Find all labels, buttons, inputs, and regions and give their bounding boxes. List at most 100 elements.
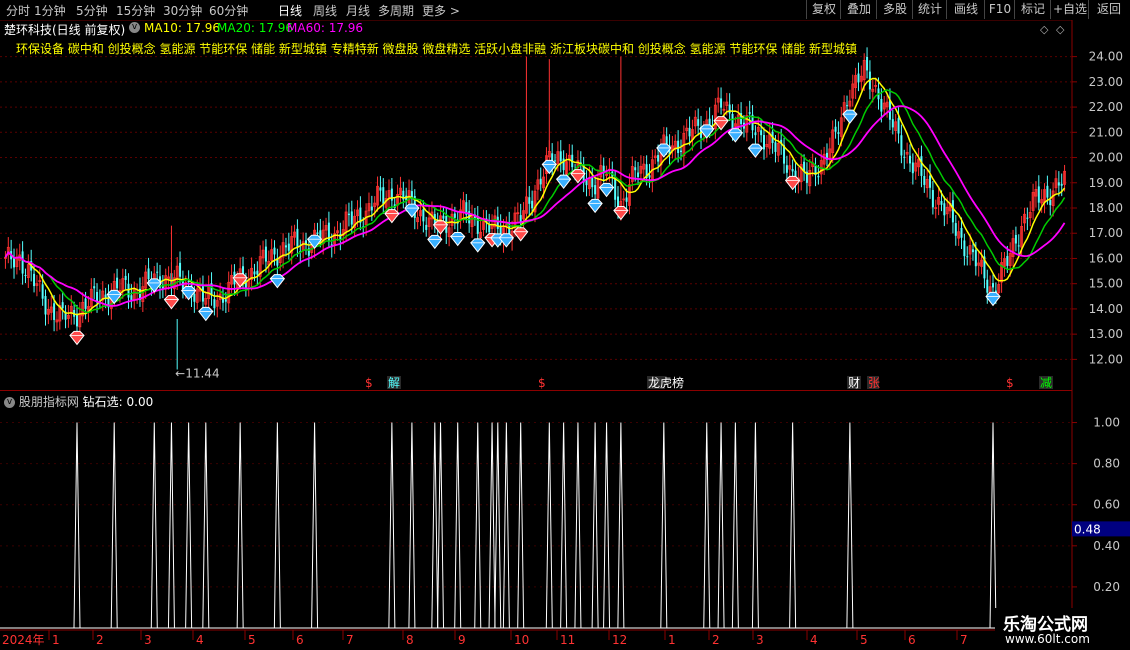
candle-body-down	[648, 175, 651, 178]
price-tick-label: 21.00	[1089, 125, 1123, 139]
candle-body-down	[179, 262, 182, 277]
price-tick-label: 15.00	[1089, 277, 1123, 291]
signal-spike	[408, 422, 416, 629]
candle-body-down	[264, 246, 267, 262]
candle-body-down	[130, 295, 133, 301]
price-tick-label: 24.00	[1089, 50, 1123, 64]
candle-body-down	[760, 130, 763, 136]
event-marker: $	[1006, 376, 1014, 390]
event-marker: $	[538, 376, 546, 390]
signal-spike	[494, 422, 502, 629]
candle-body-down	[256, 270, 259, 275]
month-label: 1	[52, 633, 60, 647]
ind-tick-label: 0.60	[1093, 498, 1120, 512]
candle-body-down	[866, 56, 869, 71]
ind-tick-label: 0.80	[1093, 457, 1120, 471]
diamond-signal-icon	[163, 295, 180, 310]
month-label: 12	[612, 633, 627, 647]
month-label: 2	[712, 633, 720, 647]
candle-body-down	[791, 168, 794, 172]
candle-body-down	[554, 160, 557, 162]
event-marker: 财	[848, 376, 860, 390]
price-tick-label: 13.00	[1089, 327, 1123, 341]
candle-body-down	[971, 249, 974, 253]
candle-body-down	[316, 232, 319, 235]
candle-body-down	[763, 135, 766, 150]
candle-body-down	[539, 178, 542, 185]
diamond-signal-icon	[498, 233, 515, 248]
candle-body-down	[61, 302, 64, 309]
diamond-signal-icon	[842, 109, 858, 124]
ind-tick-label: 0.20	[1093, 580, 1120, 594]
price-tick-label: 16.00	[1089, 251, 1123, 265]
diamond-signal-icon	[427, 234, 443, 250]
candle-body-down	[1057, 182, 1060, 186]
month-label: 7	[960, 633, 968, 647]
candle-body-down	[617, 196, 620, 208]
diamond-signal-icon	[513, 227, 529, 242]
signal-spike	[591, 422, 599, 629]
diamond-signal-icon	[69, 330, 85, 346]
month-label: 2	[96, 633, 104, 647]
candle-body-down	[594, 185, 597, 195]
candle-body-down	[147, 268, 150, 280]
signal-spike	[660, 422, 668, 629]
diamond-signal-icon	[470, 238, 486, 253]
signal-spike	[488, 422, 496, 629]
diamond-signal-icon	[784, 175, 801, 191]
candle-body-down	[1017, 245, 1020, 247]
watermark: 乐淘公式网 www.60lt.com	[995, 608, 1130, 650]
candle-body-down	[679, 150, 682, 153]
candle-body-down	[422, 209, 425, 222]
signal-spike	[202, 422, 210, 629]
candle-body-down	[156, 271, 159, 273]
candle-body-down	[559, 151, 562, 162]
candle-body-down	[903, 156, 906, 158]
diamond-signal-icon	[613, 205, 629, 221]
price-tick-label: 12.00	[1089, 352, 1123, 366]
diamond-signal-icon	[404, 203, 420, 218]
diamond-signal-icon	[727, 128, 744, 143]
diamond-signal-icon	[598, 182, 615, 198]
candle-body-down	[1006, 256, 1009, 266]
signal-spike	[603, 422, 611, 629]
signal-spike	[110, 422, 118, 629]
candle-body-down	[688, 127, 691, 137]
signal-spike	[717, 422, 725, 629]
candle-body-down	[637, 172, 640, 177]
signal-spike	[846, 422, 854, 629]
month-label: 5	[248, 633, 256, 647]
candle-body-down	[1014, 234, 1017, 244]
signal-spike	[73, 422, 81, 629]
month-label: 4	[810, 633, 818, 647]
month-label: 10	[514, 633, 529, 647]
candle-body-down	[1026, 217, 1029, 219]
signal-spike	[617, 422, 625, 629]
price-tick-label: 23.00	[1089, 75, 1123, 89]
month-label: 6	[296, 633, 304, 647]
month-label: 7	[346, 633, 354, 647]
month-label: 8	[406, 633, 414, 647]
diamond-signal-icon	[198, 306, 214, 322]
ind-tick-label: 0.40	[1093, 539, 1120, 553]
candle-body-down	[992, 283, 995, 288]
candle-body-down	[531, 200, 534, 209]
price-tick-label: 14.00	[1089, 302, 1123, 316]
candle-body-down	[960, 227, 963, 238]
candle-body-down	[442, 215, 445, 219]
candle-body-down	[891, 119, 894, 128]
price-tick-label: 17.00	[1089, 226, 1123, 240]
month-label: 3	[756, 633, 764, 647]
candle-body-down	[900, 135, 903, 156]
candle-body-down	[116, 277, 119, 289]
signal-spike	[474, 422, 482, 629]
candle-body-down	[785, 165, 788, 173]
candle-body-down	[488, 225, 491, 233]
candle-body-down	[880, 98, 883, 112]
candle-body-down	[774, 142, 777, 152]
signal-spike	[150, 422, 158, 629]
candle-body-down	[296, 228, 299, 248]
candle-body-down	[954, 223, 957, 236]
ind-tick-label: 1.00	[1093, 416, 1120, 430]
candle-body-down	[201, 285, 204, 302]
